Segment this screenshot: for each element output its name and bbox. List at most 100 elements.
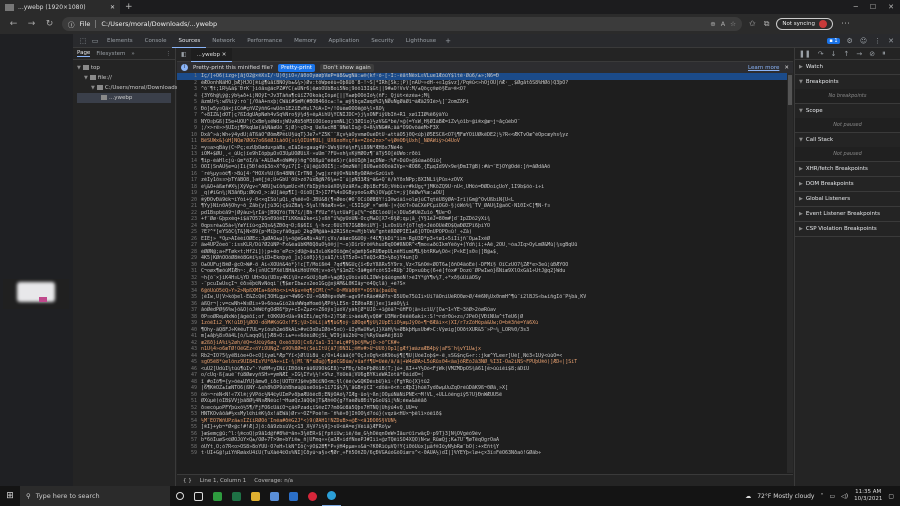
expand-arrow-icon[interactable]: ▶ (799, 211, 803, 217)
editor-scrollbar[interactable] (787, 73, 793, 473)
close-infobar-icon[interactable]: ✕ (784, 65, 789, 71)
start-button[interactable]: ⊞ (0, 491, 20, 501)
expand-arrow-icon[interactable]: ▼ (799, 137, 803, 143)
tab-filesystem[interactable]: Filesystem (96, 51, 125, 57)
step-over-icon[interactable]: ↷ (818, 50, 824, 58)
debugger-pane-header[interactable]: ▼ Breakpoints (795, 75, 900, 89)
taskbar-search-box[interactable]: ⚲ Type here to search (20, 486, 170, 506)
close-devtools-icon[interactable]: ✕ (888, 37, 894, 45)
navigator-menu-icon[interactable]: ⋮ (166, 51, 172, 57)
store-app-icon[interactable] (265, 486, 284, 506)
show-hidden-icons[interactable]: ˄ (820, 493, 823, 500)
read-aloud-icon[interactable]: A (721, 20, 725, 28)
debugger-pane-header[interactable]: ▶ Event Listener Breakpoints (795, 207, 900, 221)
network-icon[interactable]: ▭ (829, 493, 835, 500)
pretty-print-button[interactable]: Pretty-print (277, 63, 316, 72)
devtools-profile-icon[interactable]: ☺ (860, 37, 867, 45)
xbox-app-icon[interactable] (208, 486, 227, 506)
address-bar[interactable]: ⓘ File ⊕ A ☆ (62, 17, 742, 31)
mail-app-icon[interactable] (284, 486, 303, 506)
expand-arrow-icon[interactable]: ▼ (77, 65, 81, 71)
dont-show-again-button[interactable]: Don't show again (320, 63, 374, 72)
maximize-icon[interactable]: ☐ (870, 3, 876, 11)
pause-on-exceptions-icon[interactable]: ⏸ (882, 49, 886, 58)
line-number[interactable]: 59 (177, 450, 201, 457)
expand-arrow-icon[interactable]: ▼ (799, 108, 803, 114)
issues-badge[interactable]: ▪ 1 (827, 37, 840, 44)
excel-app-icon[interactable] (227, 486, 246, 506)
weather-icon[interactable]: ☁ (745, 493, 751, 500)
debugger-pane-header[interactable]: ▶ DOM Breakpoints (795, 177, 900, 191)
tab-sources[interactable]: Sources (172, 34, 207, 48)
favorites-icon[interactable]: ✩ (749, 19, 756, 29)
learn-more-link[interactable]: Learn more (748, 65, 779, 71)
new-tab-button[interactable]: + (125, 2, 133, 12)
pretty-print-icon[interactable]: { } (183, 478, 192, 484)
minimize-icon[interactable]: ─ (854, 3, 858, 11)
inspect-element-icon[interactable]: ⬚ (77, 37, 89, 45)
tree-item-top[interactable]: ▼ top (77, 63, 171, 73)
pause-icon[interactable]: ❚❚ (799, 50, 811, 58)
tab-performance[interactable]: Performance (241, 34, 288, 48)
volume-icon[interactable]: ◁) (841, 493, 848, 500)
edge-app-icon[interactable] (322, 486, 341, 506)
tab-console[interactable]: Console (139, 34, 173, 48)
code-area[interactable]: 1 Îç/]÷O6(ízg÷[åjÕ2@×®X¤Ï/·Ù)0jìÖ«/å0ôÔyø… (177, 73, 787, 463)
deactivate-breakpoints-icon[interactable]: ⊘ (869, 50, 875, 58)
folder-app-icon[interactable] (246, 486, 265, 506)
code-line[interactable]: 59 t·ÛÎ+G@!µìÝñRøàxÜ4ïÛ(TuXàê4©Ös%NI]Cðyú… (177, 450, 787, 457)
device-toolbar-icon[interactable]: ▭ (89, 37, 101, 45)
weather-text[interactable]: 72°F Mostly cloudy (757, 493, 814, 500)
debugger-pane-header[interactable]: ▶ Global Listeners (795, 192, 900, 206)
step-into-icon[interactable]: ↓ (831, 50, 837, 58)
debugger-pane-header[interactable]: ▶ XHR/fetch Breakpoints (795, 162, 900, 176)
tab-elements[interactable]: Elements (101, 34, 139, 48)
expand-arrow-icon[interactable]: ▼ (799, 79, 803, 85)
tab-application[interactable]: Application (322, 34, 365, 48)
favorite-star-icon[interactable]: ☆ (730, 20, 736, 28)
tree-item-file[interactable]: ...ywebp (77, 93, 171, 103)
expand-arrow-icon[interactable]: ▼ (84, 75, 88, 81)
settings-gear-icon[interactable]: ⚙ (847, 37, 853, 45)
expand-arrow-icon[interactable]: ▼ (91, 85, 95, 91)
opera-app-icon[interactable] (303, 486, 322, 506)
debugger-pane-header[interactable]: ▼ Call Stack (795, 133, 900, 147)
tab-memory[interactable]: Memory (288, 34, 322, 48)
toggle-navigator-icon[interactable]: ◧ (181, 51, 187, 58)
add-tab-icon[interactable]: + (442, 37, 454, 45)
tab-lighthouse[interactable]: Lighthouse (400, 34, 442, 48)
debugger-pane-header[interactable]: ▶ CSP Violation Breakpoints (795, 222, 900, 236)
tree-item-file-origin[interactable]: ▼ file:// (77, 73, 171, 83)
editor-tab[interactable]: ...ywebp ✕ (190, 47, 233, 62)
task-view-icon[interactable] (189, 486, 208, 506)
step-out-icon[interactable]: ↑ (843, 50, 849, 58)
tab-page[interactable]: Page (77, 50, 91, 57)
reload-button[interactable]: ↻ (44, 19, 55, 29)
settings-more-icon[interactable]: ⋯ (840, 19, 851, 29)
close-tab-icon[interactable]: ✕ (110, 4, 115, 11)
expand-arrow-icon[interactable]: ▶ (799, 64, 803, 70)
info-icon[interactable]: ⓘ (68, 19, 75, 29)
close-window-icon[interactable]: ✕ (888, 3, 894, 11)
step-icon[interactable]: → (856, 50, 862, 58)
address-input[interactable] (101, 20, 402, 28)
notification-icon[interactable]: ▢ (888, 493, 894, 500)
back-button[interactable]: ← (8, 19, 19, 29)
debugger-pane-header[interactable]: ▼ Scope (795, 104, 900, 118)
forward-button[interactable]: → (26, 19, 37, 29)
tab-security[interactable]: Security (365, 34, 400, 48)
debugger-pane-header[interactable]: ▶ Watch (795, 60, 900, 74)
tab-network[interactable]: Network (206, 34, 241, 48)
zoom-icon[interactable]: ⊕ (710, 20, 715, 28)
collections-icon[interactable]: ⧉ (764, 19, 770, 29)
expand-arrow-icon[interactable]: ▶ (799, 166, 803, 172)
cortana-icon[interactable] (170, 486, 189, 506)
close-editor-tab-icon[interactable]: ✕ (222, 52, 227, 58)
more-tabs-icon[interactable]: » (131, 51, 134, 57)
expand-arrow-icon[interactable]: ▶ (799, 181, 803, 187)
expand-arrow-icon[interactable]: ▶ (799, 196, 803, 202)
clock[interactable]: 11:35 AM 10/3/2021 (854, 489, 882, 503)
tree-item-folder[interactable]: ▼ C:/Users/moral/Downloads (77, 83, 178, 93)
expand-arrow-icon[interactable]: ▶ (799, 226, 803, 232)
browser-tab[interactable]: ...ywebp (1920×1080) ✕ (0, 0, 120, 14)
